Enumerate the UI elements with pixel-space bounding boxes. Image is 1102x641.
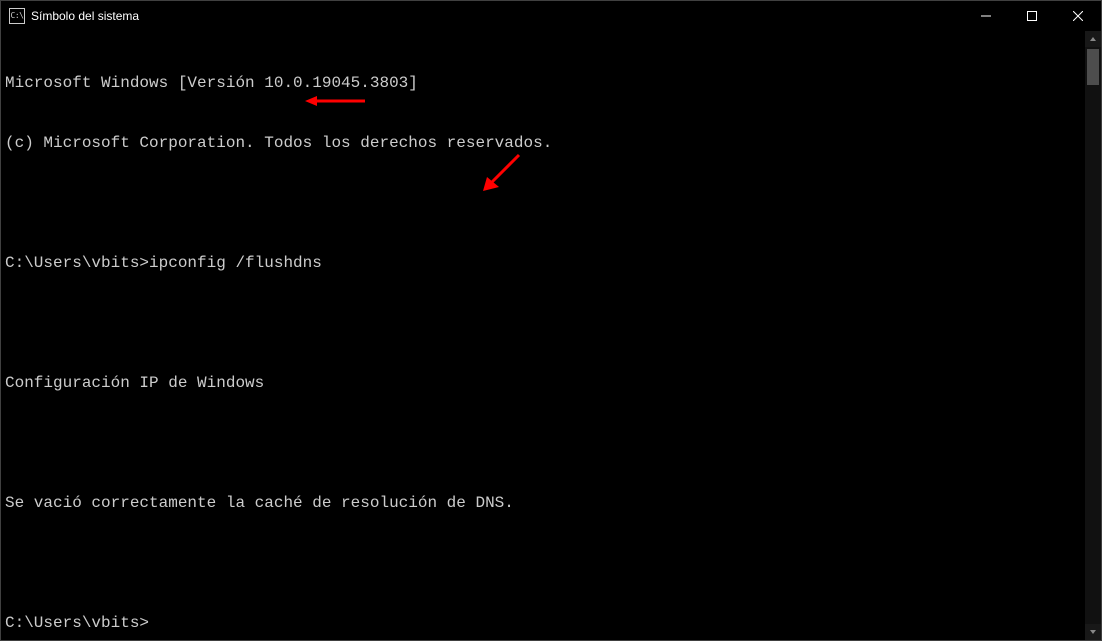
console-line xyxy=(5,313,1101,333)
titlebar[interactable]: C:\ Símbolo del sistema xyxy=(1,1,1101,31)
console-line: C:\Users\vbits>ipconfig /flushdns xyxy=(5,253,1101,273)
maximize-button[interactable] xyxy=(1009,1,1055,31)
arrow-annotation-icon xyxy=(305,93,365,109)
console-line xyxy=(5,553,1101,573)
console-output[interactable]: Microsoft Windows [Versión 10.0.19045.38… xyxy=(1,31,1101,640)
minimize-button[interactable] xyxy=(963,1,1009,31)
window-title: Símbolo del sistema xyxy=(31,9,139,23)
console-line: Se vació correctamente la caché de resol… xyxy=(5,493,1101,513)
scroll-down-button[interactable] xyxy=(1085,624,1101,640)
console-line: Microsoft Windows [Versión 10.0.19045.38… xyxy=(5,73,1101,93)
console-line: (c) Microsoft Corporation. Todos los der… xyxy=(5,133,1101,153)
scroll-up-button[interactable] xyxy=(1085,31,1101,47)
console-line xyxy=(5,433,1101,453)
console-line: C:\Users\vbits> xyxy=(5,613,1101,633)
scrollbar[interactable] xyxy=(1085,31,1101,640)
console-line: Configuración IP de Windows xyxy=(5,373,1101,393)
scrollbar-thumb[interactable] xyxy=(1087,49,1099,85)
console-line xyxy=(5,193,1101,213)
close-button[interactable] xyxy=(1055,1,1101,31)
command-prompt-window: C:\ Símbolo del sistema Microsoft Window… xyxy=(0,0,1102,641)
window-controls xyxy=(963,1,1101,31)
arrow-annotation-icon xyxy=(481,153,521,193)
cmd-icon: C:\ xyxy=(9,8,25,24)
